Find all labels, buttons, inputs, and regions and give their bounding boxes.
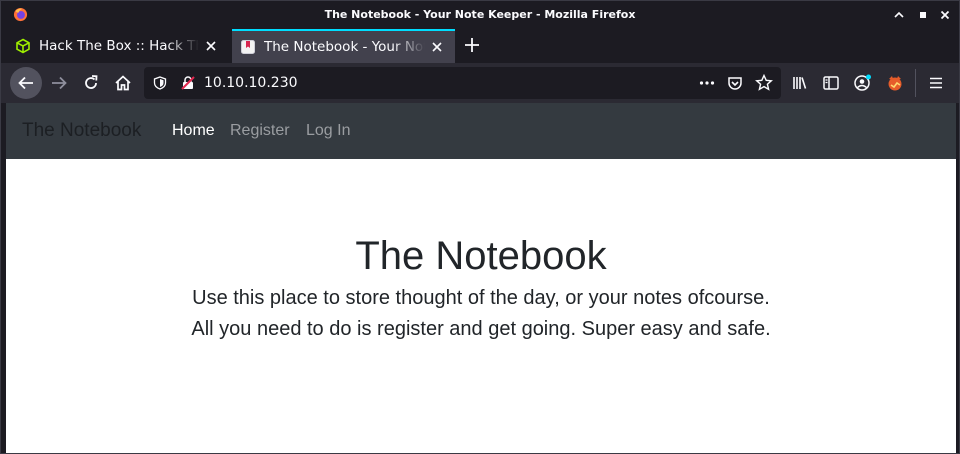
reload-icon[interactable] <box>75 67 107 99</box>
url-text[interactable]: 10.10.10.230 <box>204 75 298 91</box>
navigation-toolbar: 10.10.10.230 <box>1 63 959 103</box>
extension-fox-icon[interactable] <box>879 67 911 99</box>
nav-link-register[interactable]: Register <box>230 122 290 140</box>
hero-section: The Notebook Use this place to store tho… <box>6 159 956 345</box>
account-icon[interactable] <box>847 67 879 99</box>
insecure-connection-lock-icon[interactable] <box>180 75 196 91</box>
close-tab-icon[interactable] <box>429 39 445 55</box>
hamburger-menu-icon[interactable] <box>920 67 952 99</box>
minimize-window-button[interactable] <box>891 7 907 23</box>
pocket-icon[interactable] <box>727 75 743 91</box>
forward-button[interactable] <box>43 67 75 99</box>
tab-the-notebook[interactable]: The Notebook - Your Note Keeper <box>232 29 455 63</box>
url-bar[interactable]: 10.10.10.230 <box>144 67 781 99</box>
tracking-shield-icon[interactable] <box>153 76 167 90</box>
hackthebox-cube-icon <box>15 38 31 54</box>
back-button[interactable] <box>10 67 42 99</box>
page-heading: The Notebook <box>355 234 607 278</box>
tab-label: Hack The Box :: Hack The Box <box>39 38 199 54</box>
tab-label: The Notebook - Your Note Keeper <box>264 39 425 55</box>
page-viewport: The Notebook Home Register Log In The No… <box>6 103 956 453</box>
intro-line-1: Use this place to store thought of the d… <box>192 287 770 309</box>
toolbar-separator <box>915 69 916 97</box>
bookmark-star-icon[interactable] <box>755 74 773 92</box>
tab-strip: Hack The Box :: Hack The Box The Noteboo… <box>1 29 959 63</box>
window-titlebar: The Notebook - Your Note Keeper - Mozill… <box>1 1 959 29</box>
site-brand-link[interactable]: The Notebook <box>22 120 141 142</box>
page-actions-more-icon[interactable] <box>699 76 715 90</box>
new-tab-button[interactable] <box>462 35 482 55</box>
library-icon[interactable] <box>784 67 816 99</box>
sidebar-icon[interactable] <box>815 67 847 99</box>
intro-line-2: All you need to do is register and get g… <box>191 318 771 340</box>
notebook-bookmark-icon <box>240 39 256 55</box>
nav-link-login[interactable]: Log In <box>306 122 350 140</box>
close-window-button[interactable] <box>937 7 953 23</box>
browser-window: The Notebook - Your Note Keeper - Mozill… <box>0 0 960 454</box>
window-title: The Notebook - Your Note Keeper - Mozill… <box>324 8 636 21</box>
close-tab-icon[interactable] <box>203 38 219 54</box>
tab-hackthebox[interactable]: Hack The Box :: Hack The Box <box>7 31 229 61</box>
home-icon[interactable] <box>107 67 139 99</box>
nav-link-home[interactable]: Home <box>172 122 215 140</box>
maximize-window-button[interactable] <box>915 7 931 23</box>
site-navbar: The Notebook Home Register Log In <box>6 103 956 159</box>
